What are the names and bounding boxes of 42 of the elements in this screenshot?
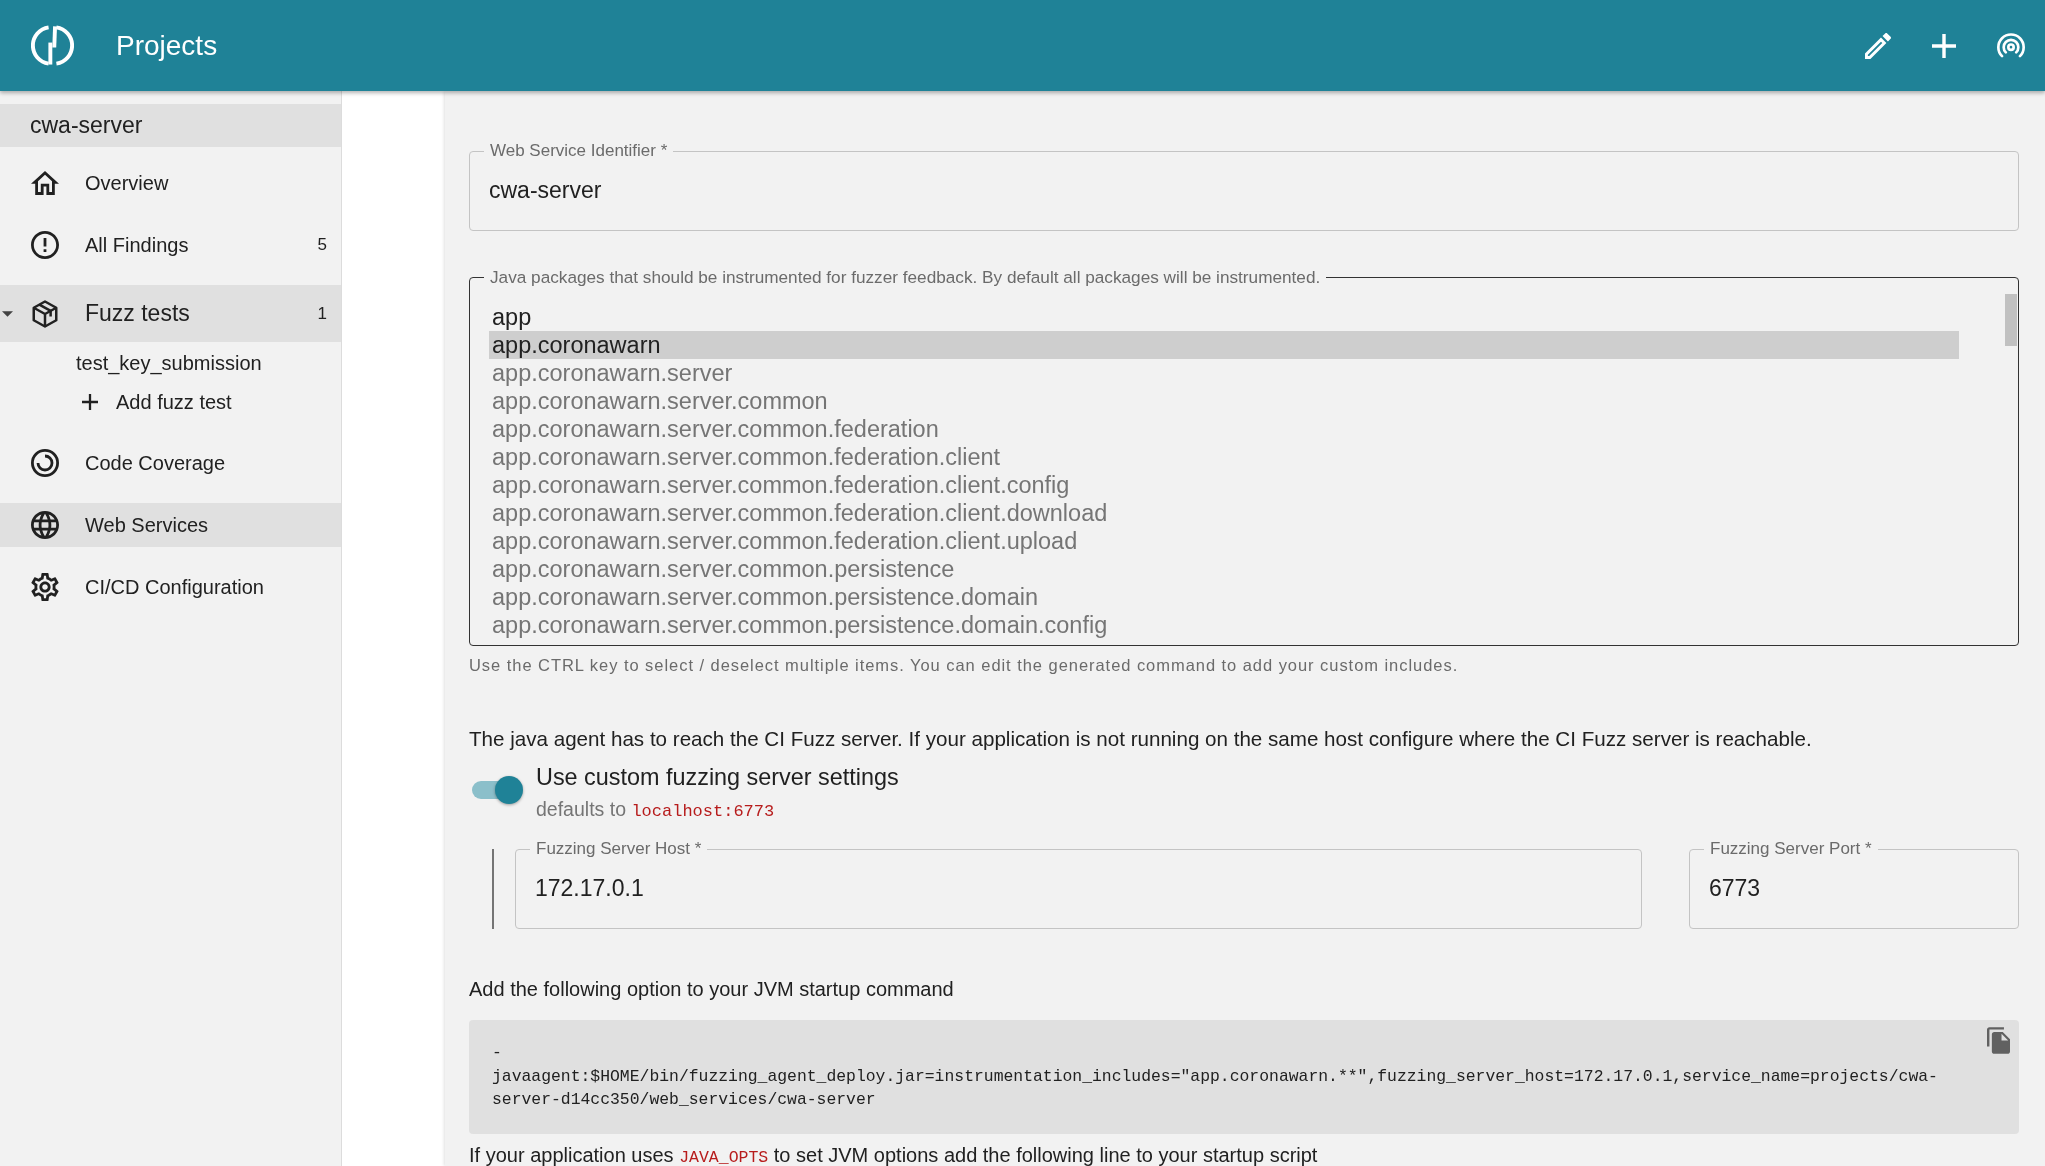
broadcast-icon[interactable] [1997, 32, 2025, 59]
plus-icon [82, 394, 98, 410]
add-fuzz-test-link[interactable]: Add fuzz test [0, 387, 341, 417]
scrollbar-thumb[interactable] [2005, 294, 2017, 346]
sidebar-item[interactable]: Code Coverage [0, 441, 341, 485]
home-icon [31, 169, 59, 197]
copy-icon[interactable] [1987, 1027, 2010, 1054]
sidebar-item[interactable]: All Findings 5 [0, 223, 341, 267]
globe-icon [31, 511, 59, 539]
info-text: The java agent has to reach the CI Fuzz server. If your application is not running on the same host configure where the CI Fuzz server is reachable. [469, 727, 1813, 751]
caret-icon[interactable] [2, 310, 13, 317]
sidebar-subitem[interactable]: test_key_submission [0, 349, 341, 377]
sidebar-item[interactable]: CI/CD Configuration [0, 565, 341, 609]
sidebar-item[interactable]: Fuzz tests 1 [0, 285, 341, 342]
sidebar-item[interactable]: Overview [0, 161, 341, 205]
info-text: If your application uses JAVA_OPTS to set JVM options add the following line to your startup script [469, 1143, 1319, 1166]
instruction-text: Add the following option to your JVM startup command [469, 977, 955, 1001]
item-count: 1 [317, 302, 327, 325]
command-text: -javaagent:$HOME/bin/fuzzing_agent_deploy.jar=instrumentation_includes="app.coronawarn.**",fuzzing_server_host=172.17.0.1,service_name=projects/cwa-server-d14cc350/web_services/cwa-server [492, 1042, 1939, 1111]
text-field[interactable]: Web Service Identifier * cwa-server [469, 141, 2019, 231]
help-text: Use the CTRL key to select / deselect multiple items. You can edit the generated command to add your custom includes. [469, 655, 1460, 675]
field-label: Fuzzing Server Port * [1709, 839, 1873, 859]
field-label: Java packages that should be instrumented for fuzzer feedback. By default all packages will be instrumented. [489, 267, 1322, 287]
field-label: Web Service Identifier * [489, 141, 669, 161]
progress-circle-icon [31, 449, 59, 477]
logo-icon [31, 24, 74, 67]
project-name: cwa-server [0, 104, 341, 147]
text-field[interactable]: Fuzzing Server Port * 6773 [1689, 839, 2019, 929]
field-label: Fuzzing Server Host * [535, 839, 703, 859]
page-title: Projects [116, 28, 218, 63]
plus-icon[interactable] [1932, 33, 1956, 58]
text-field[interactable]: Fuzzing Server Host * 172.17.0.1 [515, 839, 1642, 929]
settings-icon [31, 573, 59, 601]
list-option[interactable]: app [489, 303, 1959, 331]
pencil-icon[interactable] [1865, 32, 1891, 59]
cube-icon [31, 299, 59, 328]
list-option[interactable]: app.coronawarn [489, 331, 1959, 359]
alert-icon [31, 231, 59, 259]
sidebar-item[interactable]: Web Services [0, 503, 341, 547]
toggle-hint: defaults to localhost:6773 [536, 797, 776, 823]
item-count: 5 [317, 234, 327, 257]
toggle-label: Use custom fuzzing server settings [536, 763, 899, 791]
